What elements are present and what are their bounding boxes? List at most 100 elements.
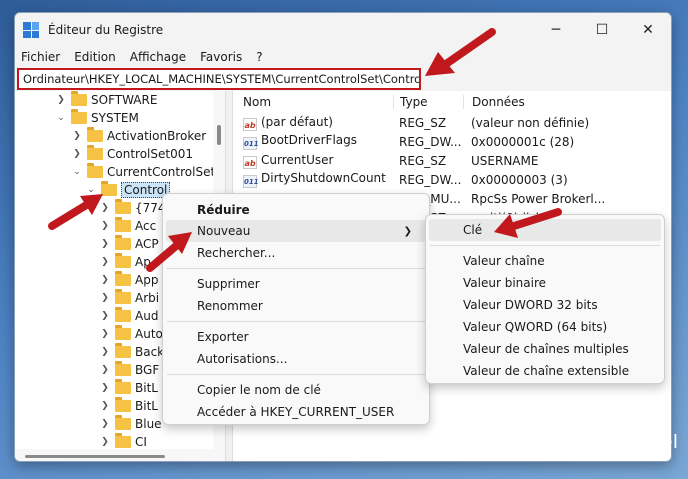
tree-node[interactable]: ⌄ SYSTEM bbox=[55, 109, 139, 127]
menu-item-rename[interactable]: Renommer bbox=[166, 295, 426, 317]
chevron-right-icon[interactable]: ❯ bbox=[99, 239, 111, 249]
tree-horizontal-scrollbar-thumb[interactable] bbox=[25, 455, 165, 458]
address-bar[interactable]: Ordinateur\HKEY_LOCAL_MACHINE\SYSTEM\Cur… bbox=[17, 68, 421, 90]
submenu-item-string-value[interactable]: Valeur chaîne bbox=[429, 250, 661, 272]
submenu-item-dword-value[interactable]: Valeur DWORD 32 bits bbox=[429, 294, 661, 316]
tree-node[interactable]: ❯ Aud bbox=[99, 307, 158, 325]
chevron-right-icon[interactable]: ❯ bbox=[99, 347, 111, 357]
chevron-down-icon[interactable]: ⌄ bbox=[71, 167, 83, 177]
row-type: REG_SZ bbox=[399, 115, 447, 130]
tree-node[interactable]: ❯ ACP bbox=[99, 235, 159, 253]
tree-node[interactable]: ❯ CI bbox=[99, 433, 147, 449]
folder-icon bbox=[115, 271, 131, 286]
folder-icon bbox=[115, 361, 131, 376]
list-row[interactable]: ab CurrentUser REG_SZ USERNAME bbox=[233, 151, 671, 170]
tree-node-selected[interactable]: ⌄ Control bbox=[85, 181, 171, 199]
chevron-right-icon[interactable]: ❯ bbox=[99, 293, 111, 303]
chevron-right-icon[interactable]: ❯ bbox=[99, 437, 111, 447]
title-bar[interactable]: Éditeur du Registre ─ ☐ ✕ bbox=[15, 13, 671, 47]
menu-item-delete[interactable]: Supprimer bbox=[166, 273, 426, 295]
tree-node[interactable]: ❯ ControlSet001 bbox=[71, 145, 193, 163]
tree-node-label: ControlSet001 bbox=[107, 147, 193, 161]
submenu-item-multi-string-value[interactable]: Valeur de chaînes multiples bbox=[429, 338, 661, 360]
tree-node[interactable]: ❯ BGF bbox=[99, 361, 159, 379]
chevron-right-icon[interactable]: ❯ bbox=[99, 257, 111, 267]
menu-edition[interactable]: Edition bbox=[74, 50, 116, 64]
tree-scrollbar-thumb[interactable] bbox=[217, 125, 221, 145]
menu-item-label: Valeur DWORD 32 bits bbox=[463, 298, 598, 312]
minimize-button[interactable]: ─ bbox=[533, 13, 579, 47]
menu-item-permissions[interactable]: Autorisations... bbox=[166, 348, 426, 370]
tree-node[interactable]: ❯ BitL bbox=[99, 397, 158, 415]
row-data: (valeur non définie) bbox=[471, 115, 590, 130]
tree-node-label: Back bbox=[135, 345, 165, 359]
easytutoriel-watermark: EasyTutoriel bbox=[528, 430, 678, 454]
menu-item-export[interactable]: Exporter bbox=[166, 326, 426, 348]
tree-node-label: Acc bbox=[135, 219, 157, 233]
maximize-button[interactable]: ☐ bbox=[579, 13, 625, 47]
column-header-type[interactable]: Type bbox=[393, 95, 463, 109]
chevron-right-icon[interactable]: ❯ bbox=[99, 311, 111, 321]
chevron-right-icon[interactable]: ❯ bbox=[55, 95, 67, 105]
list-row[interactable]: 011 DirtyShutdownCount REG_DW... 0x000000… bbox=[233, 170, 671, 189]
tree-node[interactable]: ❯ SOFTWARE bbox=[55, 91, 157, 109]
chevron-right-icon[interactable]: ❯ bbox=[71, 131, 83, 141]
folder-icon bbox=[115, 397, 131, 412]
list-row[interactable]: ab (par défaut) REG_SZ (valeur non défini… bbox=[233, 113, 671, 132]
chevron-right-icon[interactable]: ❯ bbox=[99, 401, 111, 411]
tree-node[interactable]: ⌄ CurrentControlSet bbox=[71, 163, 213, 181]
close-button[interactable]: ✕ bbox=[625, 13, 671, 47]
tree-node-label: {774 bbox=[135, 201, 166, 215]
submenu-item-qword-value[interactable]: Valeur QWORD (64 bits) bbox=[429, 316, 661, 338]
tree-node[interactable]: ❯ Ap bbox=[99, 253, 151, 271]
tree-node[interactable]: ❯ {774 bbox=[99, 199, 166, 217]
submenu-item-expandable-string-value[interactable]: Valeur de chaîne extensible bbox=[429, 360, 661, 382]
tree-horizontal-scrollbar[interactable] bbox=[15, 449, 225, 461]
tree-node[interactable]: ❯ Blue bbox=[99, 415, 162, 433]
menu-item-new[interactable]: Nouveau ❯ bbox=[166, 220, 426, 242]
tree-node-label: BitL bbox=[135, 399, 158, 413]
tree-node[interactable]: ❯ Auto bbox=[99, 325, 163, 343]
menu-favoris[interactable]: Favoris bbox=[200, 50, 242, 64]
tree-node-label: App bbox=[135, 273, 159, 287]
tree-node[interactable]: ❯ Back bbox=[99, 343, 164, 361]
menu-item-find[interactable]: Rechercher... bbox=[166, 242, 426, 264]
chevron-right-icon[interactable]: ❯ bbox=[71, 149, 83, 159]
menu-item-label: Nouveau bbox=[197, 224, 251, 238]
tree-node[interactable]: ❯ Arbi bbox=[99, 289, 159, 307]
dword-value-icon: 011 bbox=[243, 175, 259, 188]
menu-item-label: Supprimer bbox=[197, 277, 260, 291]
folder-icon bbox=[71, 109, 87, 124]
tree-node[interactable]: ❯ ActivationBroker bbox=[71, 127, 206, 145]
tree-node[interactable]: ❯ App bbox=[99, 271, 158, 289]
chevron-right-icon[interactable]: ❯ bbox=[99, 365, 111, 375]
registry-app-icon bbox=[23, 22, 39, 38]
row-data: RpcSs Power Brokerl... bbox=[471, 191, 606, 206]
menu-item-collapse[interactable]: Réduire bbox=[166, 199, 426, 221]
menu-item-label: Exporter bbox=[197, 330, 249, 344]
chevron-right-icon[interactable]: ❯ bbox=[99, 329, 111, 339]
chevron-right-icon[interactable]: ❯ bbox=[99, 203, 111, 213]
chevron-right-icon[interactable]: ❯ bbox=[99, 419, 111, 429]
row-name: (par défaut) bbox=[261, 114, 333, 129]
menu-item-label: Valeur de chaîne extensible bbox=[463, 364, 630, 378]
chevron-right-icon[interactable]: ❯ bbox=[99, 383, 111, 393]
submenu-item-key[interactable]: Clé bbox=[429, 219, 661, 241]
menu-help[interactable]: ? bbox=[256, 50, 262, 64]
menu-item-goto-hkcu[interactable]: Accéder à HKEY_CURRENT_USER bbox=[166, 401, 426, 423]
folder-icon bbox=[87, 163, 103, 178]
menu-fichier[interactable]: Fichier bbox=[21, 50, 60, 64]
tree-node[interactable]: ❯ BitL bbox=[99, 379, 158, 397]
menu-item-label: Accéder à HKEY_CURRENT_USER bbox=[197, 405, 395, 419]
chevron-down-icon[interactable]: ⌄ bbox=[85, 185, 97, 195]
column-header-data[interactable]: Données bbox=[463, 95, 671, 109]
chevron-right-icon[interactable]: ❯ bbox=[99, 221, 111, 231]
tree-node[interactable]: ❯ Acc bbox=[99, 217, 156, 235]
menu-affichage[interactable]: Affichage bbox=[130, 50, 186, 64]
submenu-item-binary-value[interactable]: Valeur binaire bbox=[429, 272, 661, 294]
column-header-name[interactable]: Nom bbox=[233, 95, 393, 109]
chevron-down-icon[interactable]: ⌄ bbox=[55, 113, 67, 123]
chevron-right-icon[interactable]: ❯ bbox=[99, 275, 111, 285]
menu-item-copy-key-name[interactable]: Copier le nom de clé bbox=[166, 379, 426, 401]
list-row[interactable]: 011 BootDriverFlags REG_DW... 0x0000001c … bbox=[233, 132, 671, 151]
